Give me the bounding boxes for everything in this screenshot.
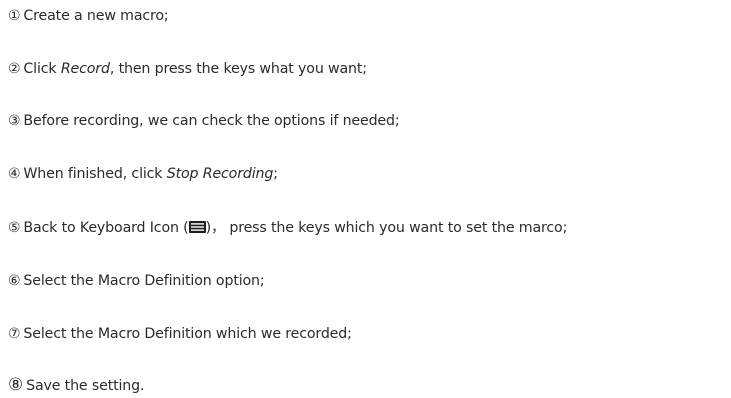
step-number: ⑦: [8, 326, 21, 342]
step-text: Select the Macro Definition option;: [23, 273, 265, 289]
step-text-post: )， press the keys which you want to set …: [205, 220, 568, 236]
step-text-pre: Click: [23, 61, 61, 77]
stop-recording-label: Stop Recording: [166, 166, 274, 182]
step-number: ⑧: [8, 375, 24, 395]
step-text: Before recording, we can check the optio…: [23, 113, 400, 129]
record-label: Record: [60, 61, 110, 77]
step-number: ④: [8, 166, 21, 182]
step-1: ① Create a new macro;: [8, 5, 169, 27]
step-text-post: , then press the keys what you want;: [109, 61, 367, 77]
step-text-pre: Back to Keyboard Icon (: [23, 220, 189, 236]
step-text: Create a new macro;: [23, 8, 169, 24]
step-4: ④ When finished, click Stop Recording;: [8, 163, 278, 185]
step-6: ⑥ Select the Macro Definition option;: [8, 270, 265, 292]
step-5: ⑤ Back to Keyboard Icon ( )， press the key…: [8, 217, 567, 239]
step-number: ⑤: [8, 220, 21, 236]
step-2: ② Click Record, then press the keys what …: [8, 58, 367, 80]
step-text: Save the setting.: [26, 378, 145, 394]
step-7: ⑦ Select the Macro Definition which we re…: [8, 323, 352, 345]
step-3: ③ Before recording, we can check the opti…: [8, 110, 400, 132]
step-text: Select the Macro Definition which we rec…: [23, 326, 352, 342]
step-number: ③: [8, 113, 21, 129]
step-text-post: ;: [273, 166, 278, 182]
step-text-pre: When finished, click: [23, 166, 167, 182]
step-8: ⑧ Save the setting.: [8, 374, 145, 396]
step-number: ②: [8, 61, 21, 77]
step-number: ⑥: [8, 273, 21, 289]
keyboard-icon: [188, 221, 206, 233]
step-number: ①: [8, 8, 21, 24]
